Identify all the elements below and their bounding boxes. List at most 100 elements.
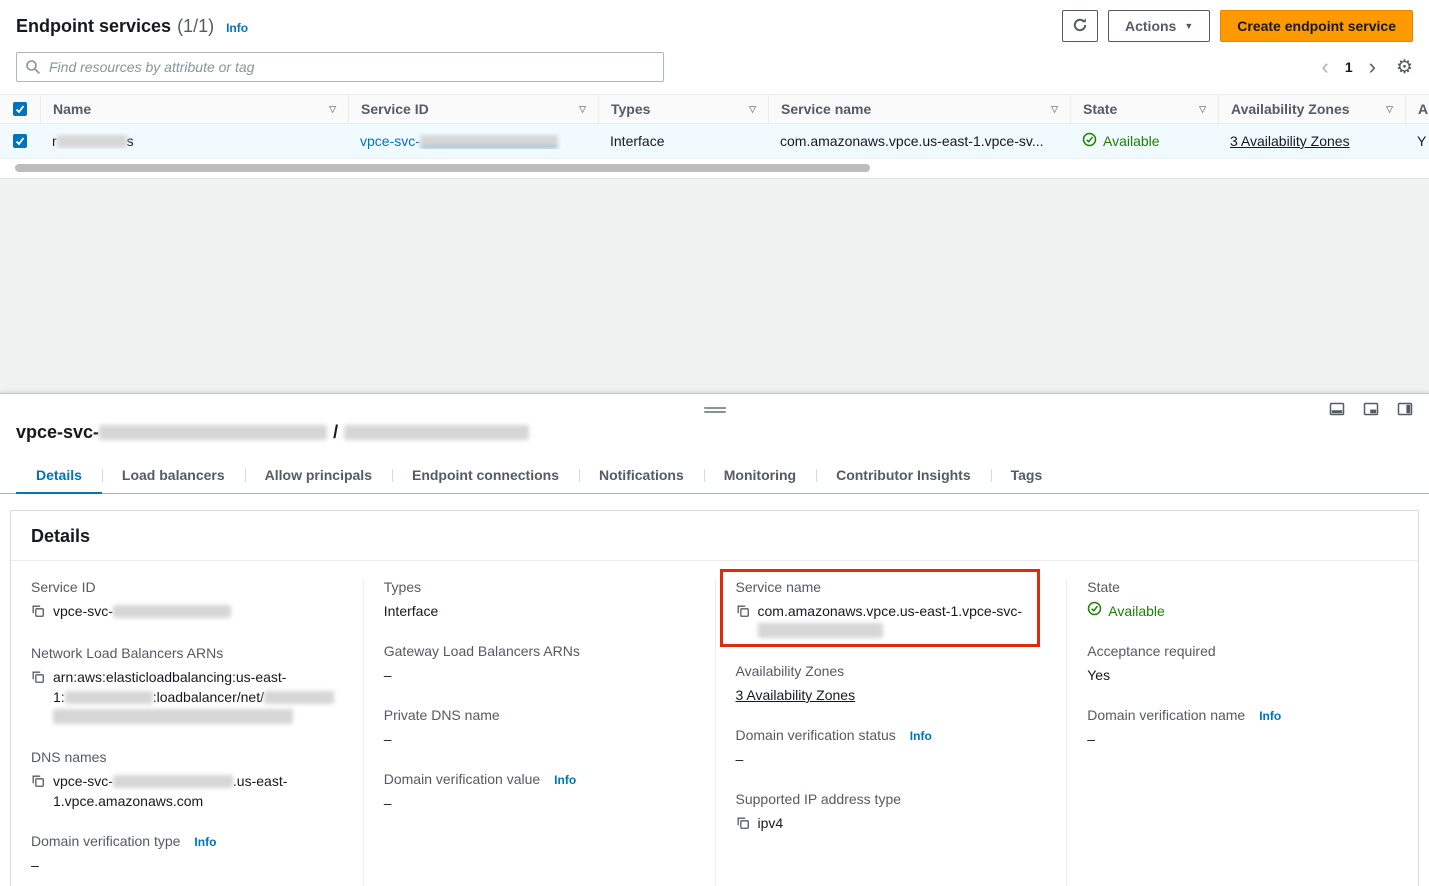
- column-header-state-label: State: [1083, 101, 1117, 117]
- column-header-partial-label: A: [1418, 101, 1428, 117]
- tab-allow-principals[interactable]: Allow principals: [245, 459, 392, 494]
- column-header-types[interactable]: Types ▽: [598, 95, 768, 123]
- select-all-checkbox[interactable]: [13, 102, 27, 116]
- tab-load-balancers[interactable]: Load balancers: [102, 459, 245, 494]
- info-link[interactable]: Info: [554, 773, 576, 787]
- split-panel-drag-handle[interactable]: [704, 403, 726, 417]
- chevron-down-icon: ▼: [1184, 22, 1193, 31]
- header-actions: Actions ▼ Create endpoint service: [1062, 10, 1413, 42]
- info-link[interactable]: Info: [1259, 709, 1281, 723]
- actions-button-label: Actions: [1125, 18, 1176, 34]
- details-column-3: Service name com.amazonaws.vpce.us-east-…: [715, 579, 1067, 886]
- field-label: State: [1087, 579, 1398, 595]
- availability-zones-popover-link[interactable]: 3 Availability Zones: [1230, 133, 1350, 149]
- column-header-availability-zones[interactable]: Availability Zones ▽: [1218, 95, 1405, 123]
- column-header-state[interactable]: State ▽: [1070, 95, 1218, 123]
- service-id-link[interactable]: vpce-svc-: [360, 133, 558, 149]
- panel-title-prefix: vpce-svc-: [16, 422, 99, 443]
- column-header-name[interactable]: Name ▽: [40, 95, 348, 123]
- field-value: Yes: [1087, 665, 1398, 685]
- filter-triangle-icon[interactable]: ▽: [579, 104, 586, 115]
- field-value: 3 Availability Zones: [736, 685, 1047, 705]
- info-link[interactable]: Info: [194, 835, 216, 849]
- horizontal-scrollbar-track: [0, 159, 1429, 172]
- redacted-text: [113, 775, 233, 788]
- page-title: Endpoint services: [16, 16, 171, 37]
- field-value: –: [736, 749, 1047, 769]
- pagination: ‹ 1 › ⚙: [1322, 56, 1414, 78]
- nlb-arn-value: arn:aws:elasticloadbalancing:us-east- 1:…: [53, 667, 334, 727]
- copy-icon[interactable]: [736, 815, 750, 835]
- detail-tabs: Details Load balancers Allow principals …: [0, 459, 1429, 494]
- filter-triangle-icon[interactable]: ▽: [1199, 104, 1206, 115]
- refresh-button[interactable]: [1062, 10, 1098, 42]
- redacted-text: [758, 623, 883, 638]
- field-label: Private DNS name: [384, 707, 695, 723]
- tab-monitoring[interactable]: Monitoring: [704, 459, 816, 494]
- previous-page-button[interactable]: ‹: [1322, 56, 1329, 78]
- panel-position-split-icon[interactable]: [1363, 401, 1379, 417]
- field-value: vpce-svc-.us-east- 1.vpce.amazonaws.com: [31, 771, 343, 811]
- copy-icon[interactable]: [31, 603, 45, 623]
- field-state: State Available: [1087, 579, 1398, 621]
- next-page-button[interactable]: ›: [1369, 56, 1376, 78]
- row-checkbox[interactable]: [13, 134, 27, 148]
- details-card-title: Details: [11, 511, 1418, 561]
- panel-position-bottom-icon[interactable]: [1329, 401, 1345, 417]
- column-header-partial[interactable]: A: [1405, 95, 1429, 123]
- tab-details[interactable]: Details: [16, 459, 102, 494]
- tab-contributor-insights[interactable]: Contributor Insights: [816, 459, 991, 494]
- horizontal-scrollbar[interactable]: [15, 164, 870, 172]
- tab-tags[interactable]: Tags: [991, 459, 1063, 494]
- field-acceptance-required: Acceptance required Yes: [1087, 643, 1398, 685]
- create-endpoint-service-button[interactable]: Create endpoint service: [1220, 10, 1413, 42]
- search-icon: [25, 59, 41, 78]
- endpoint-services-table: Name ▽ Service ID ▽ Types ▽ Service name…: [0, 94, 1429, 172]
- column-header-service-id[interactable]: Service ID ▽: [348, 95, 598, 123]
- preferences-gear-icon[interactable]: ⚙: [1396, 58, 1413, 77]
- content-background: [0, 178, 1429, 393]
- select-all-cell: [0, 95, 40, 123]
- state-label: Available: [1108, 601, 1165, 621]
- actions-button[interactable]: Actions ▼: [1108, 10, 1210, 42]
- title-area: Endpoint services (1/1) Info: [16, 16, 248, 37]
- filter-triangle-icon[interactable]: ▽: [329, 104, 336, 115]
- field-domain-verification-name: Domain verification name Info –: [1087, 707, 1398, 749]
- redacted-text: [99, 425, 327, 440]
- cell-state: Available: [1070, 132, 1218, 150]
- copy-icon[interactable]: [31, 669, 45, 689]
- title-info-link[interactable]: Info: [226, 21, 248, 35]
- ip-type-value: ipv4: [758, 813, 784, 833]
- details-column-1: Service ID vpce-svc- Network Load Balanc…: [11, 579, 363, 886]
- field-label: Availability Zones: [736, 663, 1047, 679]
- field-value: –: [31, 855, 343, 875]
- field-label: Domain verification status Info: [736, 727, 1047, 743]
- table-row[interactable]: rs vpce-svc- Interface com.amazonaws.vpc…: [0, 124, 1429, 159]
- search-input[interactable]: [16, 52, 664, 82]
- field-label: Domain verification value Info: [384, 771, 695, 787]
- copy-icon[interactable]: [736, 603, 750, 623]
- details-column-2: Types Interface Gateway Load Balancers A…: [363, 579, 715, 886]
- filter-triangle-icon[interactable]: ▽: [1051, 104, 1058, 115]
- column-header-name-label: Name: [53, 101, 91, 117]
- filter-triangle-icon[interactable]: ▽: [749, 104, 756, 115]
- cell-availability-zones: 3 Availability Zones: [1218, 133, 1405, 149]
- field-value: –: [384, 665, 695, 685]
- page-header: Endpoint services (1/1) Info Actions ▼ C…: [0, 0, 1429, 48]
- tab-notifications[interactable]: Notifications: [579, 459, 704, 494]
- panel-position-side-icon[interactable]: [1397, 401, 1413, 417]
- table-section: Endpoint services (1/1) Info Actions ▼ C…: [0, 0, 1429, 393]
- info-link[interactable]: Info: [910, 729, 932, 743]
- copy-icon[interactable]: [31, 773, 45, 793]
- field-label: Domain verification name Info: [1087, 707, 1398, 723]
- details-column-4: State Available Acceptance required: [1066, 579, 1418, 886]
- service-name-value: com.amazonaws.vpce.us-east-1.vpce-svc-: [758, 601, 1023, 641]
- column-header-service-name[interactable]: Service name ▽: [768, 95, 1070, 123]
- field-glb-arns: Gateway Load Balancers ARNs –: [384, 643, 695, 685]
- availability-zones-popover-link[interactable]: 3 Availability Zones: [736, 687, 856, 703]
- tab-endpoint-connections[interactable]: Endpoint connections: [392, 459, 579, 494]
- redacted-text: [420, 135, 558, 148]
- filter-triangle-icon[interactable]: ▽: [1386, 104, 1393, 115]
- current-page[interactable]: 1: [1345, 59, 1353, 75]
- column-header-types-label: Types: [611, 101, 650, 117]
